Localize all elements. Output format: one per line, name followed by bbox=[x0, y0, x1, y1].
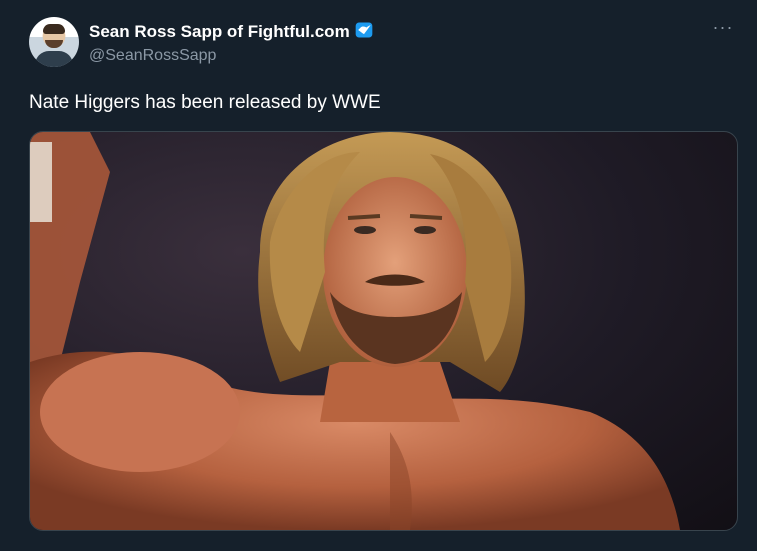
tweet-media-image[interactable] bbox=[29, 131, 738, 531]
verified-badge-icon bbox=[354, 20, 374, 40]
avatar-beard bbox=[45, 40, 63, 48]
tweet-text: Nate Higgers has been released by WWE bbox=[29, 92, 381, 113]
author-name-text: Sean Ross Sapp of Fightful.com bbox=[89, 22, 350, 41]
author-avatar[interactable] bbox=[29, 17, 79, 67]
avatar-shirt bbox=[35, 51, 73, 67]
author-handle[interactable]: @SeanRossSapp bbox=[89, 47, 216, 65]
author-display-name[interactable]: Sean Ross Sapp of Fightful.com bbox=[89, 20, 374, 42]
wrestler-photo bbox=[30, 132, 680, 530]
more-horizontal-icon[interactable]: ··· bbox=[711, 18, 735, 42]
tweet-card: Sean Ross Sapp of Fightful.com @SeanRoss… bbox=[0, 0, 757, 551]
avatar-hair bbox=[43, 24, 65, 34]
